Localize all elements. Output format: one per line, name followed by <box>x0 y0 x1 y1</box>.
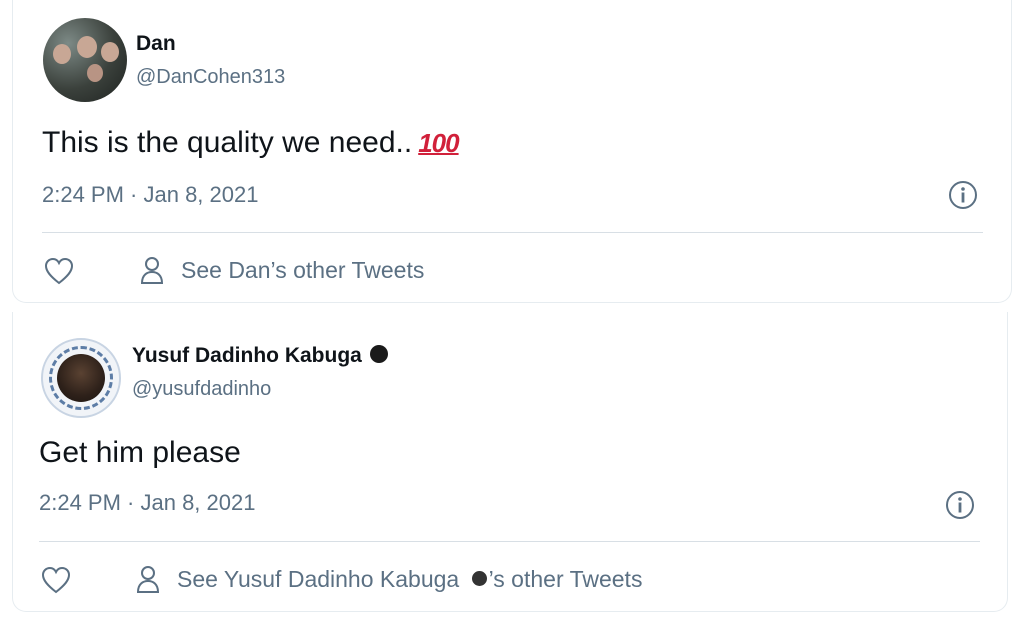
divider <box>42 232 983 233</box>
tweet-card-dan[interactable]: Dan @DanCohen313 This is the quality we … <box>12 0 1012 303</box>
see-other-tweets-link[interactable]: See Yusuf Dadinho Kabuga ’s other Tweets <box>135 564 642 594</box>
tweet-text-content: This is the quality we need.. <box>42 126 413 159</box>
author-name[interactable]: Dan <box>136 32 176 56</box>
tweet-timestamp[interactable]: 2:24 PM · Jan 8, 2021 <box>42 182 258 208</box>
author-name[interactable]: Yusuf Dadinho Kabuga <box>132 344 388 368</box>
person-icon <box>140 257 164 284</box>
avatar-photo <box>57 354 105 402</box>
author-handle[interactable]: @DanCohen313 <box>136 66 285 89</box>
tweet-card-yusuf[interactable]: Yusuf Dadinho Kabuga @yusufdadinho Get h… <box>12 312 1008 612</box>
info-icon[interactable] <box>945 490 975 520</box>
author-name-text: Yusuf Dadinho Kabuga <box>132 344 362 367</box>
avatar[interactable] <box>43 18 127 102</box>
see-other-tweets-label: See Dan’s other Tweets <box>181 256 425 283</box>
verified-badge-icon <box>369 345 388 364</box>
divider <box>39 541 980 542</box>
author-handle[interactable]: @yusufdadinho <box>132 378 271 401</box>
hundred-points-emoji-icon: 100 <box>418 128 459 158</box>
heart-icon[interactable] <box>41 566 71 594</box>
tweet-timestamp[interactable]: 2:24 PM · Jan 8, 2021 <box>39 490 255 516</box>
tweet-text: Get him please <box>39 436 241 469</box>
avatar[interactable] <box>41 338 121 418</box>
see-other-tweets-link[interactable]: See Dan’s other Tweets <box>139 255 424 285</box>
verified-badge-icon <box>471 570 487 586</box>
tweet-text: This is the quality we need.. 100 <box>42 126 460 160</box>
info-icon[interactable] <box>948 180 978 210</box>
heart-icon[interactable] <box>44 257 74 285</box>
see-other-tweets-label: See Yusuf Dadinho Kabuga ’s other Tweets <box>177 566 642 593</box>
see-other-tweets-prefix: See Yusuf Dadinho Kabuga <box>177 565 466 592</box>
person-icon <box>136 566 160 593</box>
see-other-tweets-suffix: ’s other Tweets <box>488 565 643 592</box>
